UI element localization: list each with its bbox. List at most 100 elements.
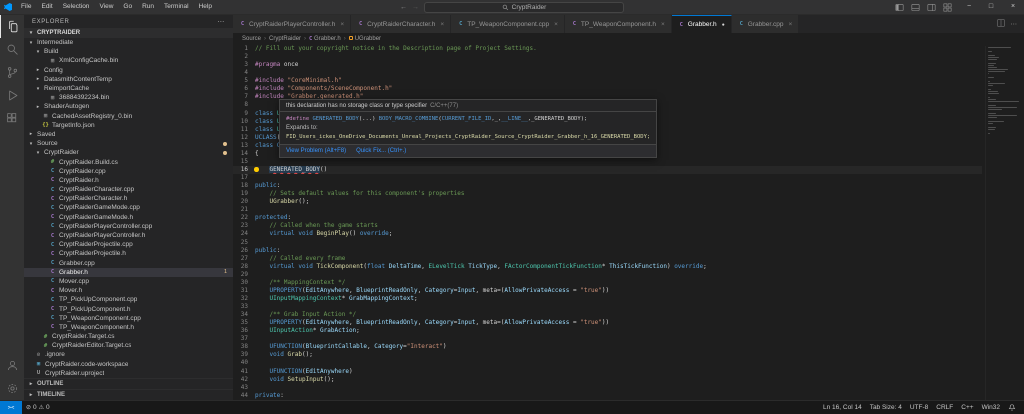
code-line[interactable]: 39 void Grab(); [233, 351, 982, 359]
quick-fix-link[interactable]: Quick Fix... (Ctrl+.) [356, 148, 406, 154]
tab-tp-weaponcomponent-cpp[interactable]: C TP_WeaponComponent.cpp × [451, 15, 565, 33]
code-line[interactable]: 40 [233, 359, 982, 367]
tree-file-36884392234-bin[interactable]: ▦ 36884392234.bin [24, 93, 233, 102]
tree-file-cryptraidergamemode-cpp[interactable]: C CryptRaiderGameMode.cpp [24, 203, 233, 212]
breadcrumb-folder[interactable]: Source [242, 36, 261, 42]
split-editor-icon[interactable] [997, 19, 1005, 29]
code-line[interactable]: 36 UInputAction* GrabAction; [233, 327, 982, 335]
nav-forward-icon[interactable]: → [412, 4, 419, 11]
maximize-icon[interactable]: □ [980, 0, 1002, 14]
tab-grabber-h[interactable]: C Grabber.h ● [671, 15, 732, 33]
source-control-icon[interactable] [0, 61, 24, 84]
view-problem-link[interactable]: View Problem (Alt+F8) [286, 148, 346, 154]
tab-cryptraidercharacter-h[interactable]: C CryptRaiderCharacter.h × [351, 15, 452, 33]
tree-file-cryptraiderplayercontroller-h[interactable]: C CryptRaiderPlayerController.h [24, 231, 233, 240]
timeline-section[interactable]: ▸ TIMELINE [24, 389, 233, 400]
tree-folder-source[interactable]: ▾ Source [24, 139, 233, 148]
tree-folder-reimportcache[interactable]: ▾ ReimportCache [24, 84, 233, 93]
tree-folder-saved[interactable]: ▸ Saved [24, 130, 233, 139]
tree-file-cryptraiderprojectile-h[interactable]: C CryptRaiderProjectile.h [24, 249, 233, 258]
tree-folder-shaderautogen[interactable]: ▸ ShaderAutogen [24, 102, 233, 111]
tree-file-cachedassetregistry-0-bin[interactable]: ▦ CachedAssetRegistry_0.bin [24, 112, 233, 121]
tree-file-tp-weaponcomponent-cpp[interactable]: C TP_WeaponComponent.cpp [24, 314, 233, 323]
more-actions-icon[interactable]: ⋯ [217, 18, 225, 26]
notifications-bell-icon[interactable] [1004, 403, 1020, 412]
quick-fix-lightbulb-icon[interactable] [254, 167, 259, 172]
code-line[interactable]: 37 [233, 335, 982, 343]
tree-file-grabber-cpp[interactable]: C Grabber.cpp [24, 259, 233, 268]
breadcrumb-symbol[interactable]: UGrabber [348, 36, 381, 42]
tree-folder-intermediate[interactable]: ▾ Intermediate [24, 38, 233, 47]
code-line[interactable]: 15 [233, 158, 982, 166]
outline-section[interactable]: ▸ OUTLINE [24, 378, 233, 389]
extensions-icon[interactable] [0, 107, 24, 130]
menu-terminal[interactable]: Terminal [159, 0, 194, 14]
tree-file-xmlconfigcache-bin[interactable]: ▦ XmlConfigCache.bin [24, 56, 233, 65]
tree-file-cryptraider-cpp[interactable]: C CryptRaider.cpp [24, 167, 233, 176]
tree-file-cryptraider-target-cs[interactable]: # CryptRaider.Target.cs [24, 332, 233, 341]
tab-grabber-cpp[interactable]: C Grabber.cpp × [731, 15, 800, 33]
tree-file-cryptraidercharacter-h[interactable]: C CryptRaiderCharacter.h [24, 194, 233, 203]
platform-config[interactable]: Win32 [978, 404, 1004, 411]
tree-file-cryptraider-build-cs[interactable]: # CryptRaider.Build.cs [24, 157, 233, 166]
code-line[interactable]: 4 [233, 69, 982, 77]
close-icon[interactable]: × [789, 21, 793, 28]
code-line[interactable]: 24 virtual void BeginPlay() override; [233, 230, 982, 238]
close-icon[interactable]: × [340, 21, 344, 28]
tree-file-tp-pickupcomponent-cpp[interactable]: C TP_PickUpComponent.cpp [24, 295, 233, 304]
encoding-setting[interactable]: UTF-8 [906, 404, 932, 411]
tree-file-cryptraider-uproject[interactable]: U CryptRaider.uproject [24, 369, 233, 378]
code-editor[interactable]: 1// Fill out your copyright notice in th… [233, 45, 1024, 400]
code-line[interactable]: 26 public: [233, 247, 982, 255]
tree-file-cryptraiderprojectile-cpp[interactable]: C CryptRaiderProjectile.cpp [24, 240, 233, 249]
toggle-panel-icon[interactable] [911, 3, 920, 12]
explorer-section-header[interactable]: ▾ CRYPTRAIDER [24, 28, 233, 38]
tree-file-targetinfo-json[interactable]: {} TargetInfo.json [24, 121, 233, 130]
menu-view[interactable]: View [94, 0, 118, 14]
close-icon[interactable]: × [554, 21, 558, 28]
menu-edit[interactable]: Edit [36, 0, 57, 14]
code-line[interactable]: 38 UFUNCTION(BlueprintCallable, Category… [233, 343, 982, 351]
tree-folder-config[interactable]: ▸ Config [24, 66, 233, 75]
code-line[interactable]: 25 [233, 239, 982, 247]
tree-file-tp-pickupcomponent-h[interactable]: C TP_PickUpComponent.h [24, 304, 233, 313]
command-center-search[interactable]: CryptRaider [424, 2, 624, 13]
code-line[interactable]: 22 protected: [233, 214, 982, 222]
tree-folder-cryptraider[interactable]: ▾ CryptRaider [24, 148, 233, 157]
code-line[interactable]: 6 #include "Components/SceneComponent.h" [233, 85, 982, 93]
code-line[interactable]: 31 UPROPERTY(EditAnywhere, BlueprintRead… [233, 287, 982, 295]
code-line[interactable]: 34 /** Grab Input Action */ [233, 311, 982, 319]
cursor-position[interactable]: Ln 16, Col 14 [819, 404, 866, 411]
close-icon[interactable]: × [661, 21, 665, 28]
customize-layout-icon[interactable] [943, 3, 952, 12]
tree-file-cryptraider-code-workspace[interactable]: ▣ CryptRaider.code-workspace [24, 360, 233, 369]
tree-file-cryptraidergamemode-h[interactable]: C CryptRaiderGameMode.h [24, 213, 233, 222]
run-debug-icon[interactable] [0, 84, 24, 107]
code-line[interactable]: 27 // Called every frame [233, 255, 982, 263]
code-line[interactable]: 29 [233, 271, 982, 279]
code-line[interactable]: 35 UPROPERTY(EditAnywhere, BlueprintRead… [233, 319, 982, 327]
eol-setting[interactable]: CRLF [932, 404, 957, 411]
code-line[interactable]: 33 [233, 303, 982, 311]
minimize-icon[interactable]: − [958, 0, 980, 14]
tree-file-cryptraider-h[interactable]: C CryptRaider.h [24, 176, 233, 185]
remote-indicator-icon[interactable]: >< [0, 401, 22, 414]
code-line[interactable]: 43 [233, 384, 982, 392]
code-line[interactable]: 20 UGrabber(); [233, 198, 982, 206]
nav-back-icon[interactable]: ← [400, 4, 407, 11]
code-line[interactable]: 41 UFUNCTION(EditAnywhere) [233, 368, 982, 376]
minimap[interactable] [985, 46, 1021, 400]
tree-file-cryptraiderplayercontroller-cpp[interactable]: C CryptRaiderPlayerController.cpp [24, 222, 233, 231]
more-actions-icon[interactable]: ⋯ [1011, 20, 1018, 28]
tab-cryptraiderplayercontroller-h[interactable]: C CryptRaiderPlayerController.h × [233, 15, 352, 33]
code-line[interactable]: 19 // Sets default values for this compo… [233, 190, 982, 198]
code-line[interactable]: 28 virtual void TickComponent(float Delt… [233, 263, 982, 271]
close-window-icon[interactable]: × [1002, 0, 1024, 14]
tree-file-tp-weaponcomponent-h[interactable]: C TP_WeaponComponent.h [24, 323, 233, 332]
code-line[interactable]: 30 /** MappingContext */ [233, 279, 982, 287]
code-line[interactable]: 2 [233, 53, 982, 61]
tree-folder-build[interactable]: ▾ Build [24, 47, 233, 56]
code-line[interactable]: 18 public: [233, 182, 982, 190]
tree-file-cryptraidereditor-target-cs[interactable]: # CryptRaiderEditor.Target.cs [24, 341, 233, 350]
code-line[interactable]: 16 GENERATED_BODY() [233, 165, 982, 174]
